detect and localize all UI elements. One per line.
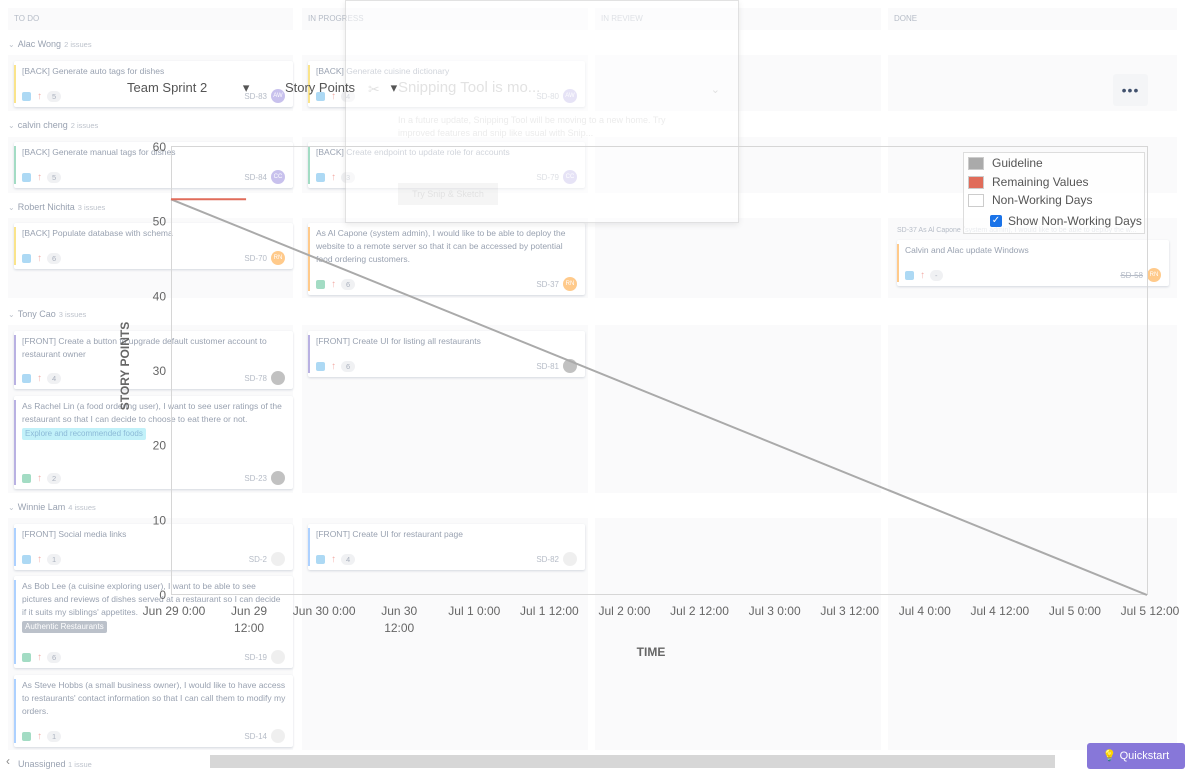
y-axis-label: STORY POINTS [118,322,132,410]
chart-legend: Guideline Remaining Values Non-Working D… [963,152,1145,234]
burndown-chart: 60 50 40 30 20 10 0 Jun 29 0:00 Jun 29 12:00 Jun 3… [118,140,1180,659]
lightbulb-icon: 💡 [1102,750,1117,762]
x-tick-label: Jul 5 0:00 [1049,604,1101,618]
horizontal-scrollbar[interactable] [210,755,1055,768]
y-tick-label: 50 [153,215,167,229]
y-tick-label: 0 [159,588,166,602]
series-line-guideline [170,198,1148,596]
y-tick-label: 30 [153,364,167,378]
scroll-left-icon[interactable]: ‹ [6,754,10,768]
legend-swatch [968,193,984,207]
x-tick-label: Jul 1 0:00 [448,604,500,618]
legend-swatch [968,175,984,189]
x-tick-label: Jun 30 [381,604,417,618]
y-tick-label: 40 [153,289,167,303]
legend-guideline: Guideline [968,155,1043,171]
show-non-working-days-toggle[interactable]: ✓ Show Non-Working Days [990,213,1142,229]
legend-non-working-days: Non-Working Days [968,192,1092,208]
x-axis-label: TIME [637,645,666,659]
x-tick-label: 12:00 [234,621,264,635]
x-tick-label: Jul 3 12:00 [820,604,879,618]
legend-remaining-values: Remaining Values [968,174,1089,190]
x-tick-label: Jul 3 0:00 [749,604,801,618]
x-tick-label: Jul 4 0:00 [899,604,951,618]
x-tick-label: Jul 2 12:00 [670,604,729,618]
x-tick-label: Jun 30 0:00 [293,604,356,618]
legend-swatch [968,156,984,170]
y-tick-label: 20 [153,439,167,453]
checkbox-checked-icon[interactable]: ✓ [990,215,1002,227]
x-tick-label: Jul 2 0:00 [598,604,650,618]
x-tick-label: Jul 4 12:00 [970,604,1029,618]
y-tick-label: 60 [153,140,167,154]
y-tick-label: 10 [153,513,167,527]
quickstart-button[interactable]: 💡 Quickstart [1087,743,1185,769]
x-tick-label: Jun 29 0:00 [143,604,206,618]
x-tick-label: Jun 29 [231,604,267,618]
x-tick-label: Jul 5 12:00 [1121,604,1180,618]
x-tick-label: Jul 1 12:00 [520,604,579,618]
x-tick-label: 12:00 [384,621,414,635]
